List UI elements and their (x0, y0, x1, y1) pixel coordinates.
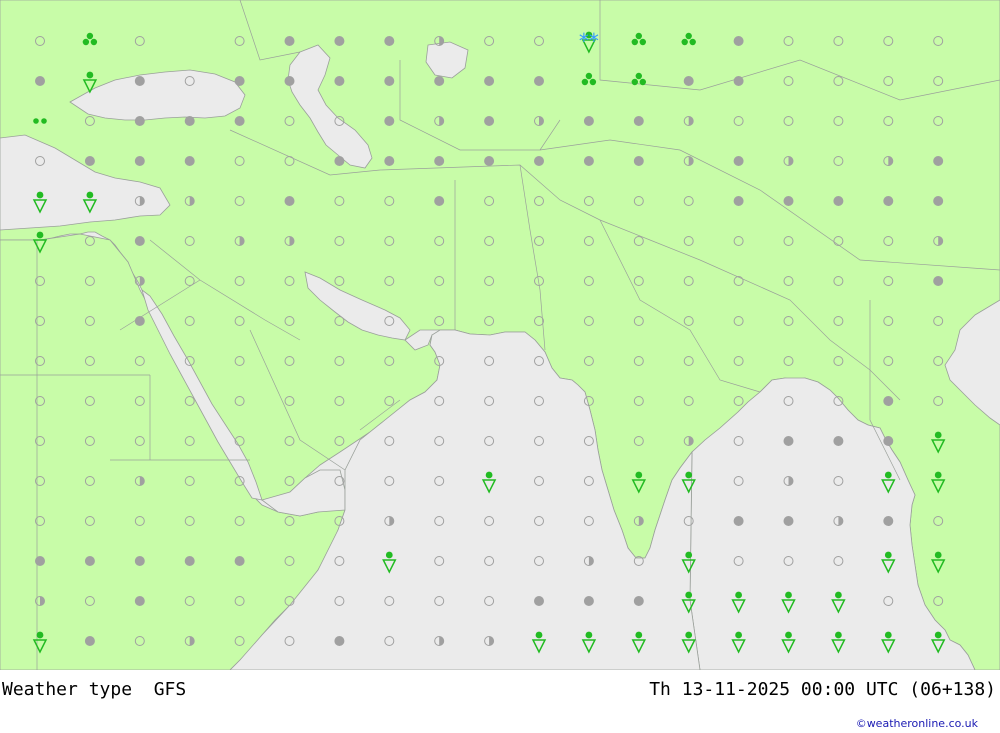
dry-overcast-icon (134, 236, 145, 246)
dry-overcast-icon (783, 516, 794, 526)
dry-overcast-icon (633, 596, 644, 606)
dry-overcast-icon (434, 196, 445, 206)
dry-overcast-icon (933, 156, 944, 166)
dry-overcast-icon (384, 156, 395, 166)
dry-overcast-icon (783, 196, 794, 206)
dry-overcast-icon (284, 36, 295, 46)
dry-overcast-icon (883, 396, 894, 406)
dry-overcast-icon (733, 76, 744, 86)
dry-overcast-icon (933, 196, 944, 206)
dry-overcast-icon (334, 636, 345, 646)
dry-overcast-icon (733, 516, 744, 526)
dry-overcast-icon (583, 156, 594, 166)
dry-overcast-icon (534, 76, 544, 86)
dry-overcast-icon (234, 116, 245, 126)
dry-overcast-icon (84, 636, 95, 646)
dry-overcast-icon (284, 196, 295, 206)
snow-icon: ** (579, 29, 599, 53)
dry-overcast-icon (184, 156, 195, 166)
dry-overcast-icon (783, 436, 794, 446)
dry-overcast-icon (184, 556, 195, 566)
dry-overcast-icon (633, 116, 644, 126)
dry-overcast-icon (434, 76, 445, 86)
dry-overcast-icon (334, 36, 345, 46)
dry-overcast-icon (35, 76, 45, 86)
dry-overcast-icon (284, 76, 295, 86)
dry-overcast-icon (134, 156, 145, 166)
dry-overcast-icon (733, 36, 744, 46)
dry-overcast-icon (933, 276, 944, 286)
dry-overcast-icon (484, 156, 495, 166)
dry-overcast-icon (583, 596, 594, 606)
map-valid-time: Th 13-11-2025 00:00 UTC (06+138) (649, 679, 996, 700)
dry-overcast-icon (84, 156, 95, 166)
dry-overcast-icon (84, 556, 95, 566)
dry-overcast-icon (534, 156, 544, 166)
dry-overcast-icon (234, 76, 245, 86)
dry-overcast-icon (733, 196, 744, 206)
dry-overcast-icon (583, 116, 594, 126)
dry-overcast-icon (184, 116, 195, 126)
dry-overcast-icon (134, 556, 145, 566)
dry-overcast-icon (384, 116, 395, 126)
dry-overcast-icon (484, 116, 495, 126)
dry-overcast-icon (833, 436, 844, 446)
dry-overcast-icon (883, 516, 894, 526)
dry-overcast-icon (384, 76, 395, 86)
dry-overcast-icon (234, 556, 245, 566)
dry-overcast-icon (683, 76, 694, 86)
dry-overcast-icon (883, 436, 894, 446)
dry-overcast-icon (733, 156, 744, 166)
weather-map: ** (0, 0, 1000, 670)
map-title: Weather type GFS (2, 679, 187, 700)
dry-overcast-icon (334, 156, 345, 166)
dry-overcast-icon (534, 596, 544, 606)
dry-overcast-icon (384, 36, 395, 46)
dry-overcast-icon (134, 596, 145, 606)
dry-overcast-icon (883, 196, 894, 206)
dry-overcast-icon (334, 76, 345, 86)
dry-overcast-icon (134, 76, 145, 86)
dry-overcast-icon (434, 156, 445, 166)
dry-overcast-icon (484, 76, 495, 86)
dry-overcast-icon (833, 196, 844, 206)
credit-link[interactable]: ©weatheronline.co.uk (856, 717, 978, 730)
dry-overcast-icon (35, 556, 45, 566)
dry-overcast-icon (134, 316, 145, 326)
dry-overcast-icon (633, 156, 644, 166)
dry-overcast-icon (134, 116, 145, 126)
